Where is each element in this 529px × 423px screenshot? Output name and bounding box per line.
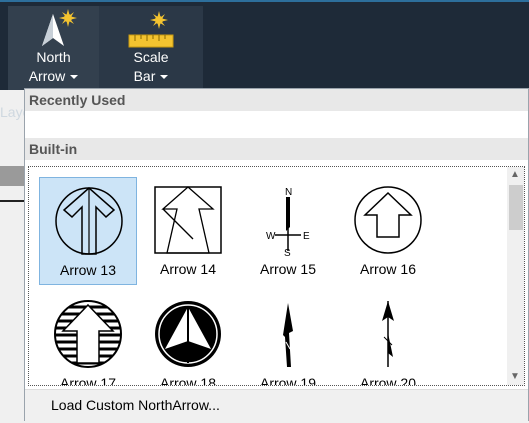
gallery-item-label: Arrow 16: [359, 261, 417, 277]
north-arrow-15-icon: N W E S: [266, 187, 310, 257]
gallery-item-arrow-16[interactable]: Arrow 16: [339, 177, 437, 285]
gallery-scrollbar[interactable]: ▲ ▼: [507, 167, 524, 385]
gallery-item-arrow-15[interactable]: N W E S Arrow 15: [239, 177, 337, 285]
gallery-item-label: Arrow 18: [159, 375, 217, 386]
gallery-item-arrow-13[interactable]: Arrow 13: [39, 177, 137, 285]
north-arrow-icon: [8, 8, 99, 52]
north-arrow-16-icon: [354, 186, 422, 254]
north-arrow-label-line2: Arrow: [28, 68, 66, 84]
scale-bar-label-line2: Bar: [133, 68, 156, 84]
recently-used-header: Recently Used: [25, 89, 528, 111]
north-arrow-label-line1: North: [36, 49, 71, 65]
gallery-item-arrow-14[interactable]: Arrow 14: [139, 177, 237, 285]
gallery-item-label: Arrow 15: [259, 261, 317, 277]
north-arrow-13-icon: [55, 187, 123, 255]
compass-n-label: N: [285, 187, 292, 198]
scale-bar-button[interactable]: Scale Bar: [99, 6, 203, 90]
background-divider: [0, 200, 24, 202]
scale-bar-label-line1: Scale: [133, 49, 169, 65]
builtin-header: Built-in: [25, 138, 528, 160]
chevron-down-icon: [70, 75, 79, 80]
dropdown-footer: Load Custom NorthArrow...: [25, 389, 528, 421]
north-arrow-19-icon: [283, 303, 293, 367]
scroll-up-icon[interactable]: ▲: [510, 169, 520, 180]
compass-e-label: E: [303, 231, 310, 242]
arrow-gallery: Arrow 13 Arrow 14 N W E S Arrow 15 Arrow…: [28, 166, 525, 386]
scrollbar-thumb[interactable]: [509, 185, 523, 230]
compass-s-label: S: [284, 248, 291, 257]
gallery-item-label: Arrow 19: [259, 375, 317, 386]
gallery-item-arrow-17[interactable]: Arrow 17: [39, 291, 137, 386]
north-arrow-18-icon: [155, 301, 221, 367]
north-arrow-14-icon: [154, 186, 222, 254]
north-arrow-20-icon: [382, 301, 394, 367]
chevron-down-icon: [160, 75, 169, 80]
gallery-item-arrow-19[interactable]: Arrow 19: [239, 291, 337, 386]
load-custom-north-arrow[interactable]: Load Custom NorthArrow...: [51, 397, 220, 413]
gallery-item-label: Arrow 20: [359, 375, 417, 386]
ribbon: North Arrow Scale Bar: [0, 0, 529, 90]
north-arrow-17-icon: [54, 300, 122, 368]
scroll-down-icon[interactable]: ▼: [510, 371, 520, 382]
north-arrow-dropdown: Recently Used Built-in Arrow 13 Arrow 14: [24, 88, 529, 421]
gallery-item-arrow-20[interactable]: Arrow 20: [339, 291, 437, 386]
gallery-item-label: Arrow 14: [159, 261, 217, 277]
gallery-item-arrow-18[interactable]: Arrow 18: [139, 291, 237, 386]
gallery-item-label: Arrow 13: [59, 262, 117, 278]
ribbon-top-border: [0, 0, 529, 2]
background-tab-strip: [0, 166, 24, 186]
scale-bar-icon: [99, 8, 203, 52]
north-arrow-button[interactable]: North Arrow: [8, 6, 99, 90]
compass-w-label: W: [266, 231, 276, 242]
gallery-item-label: Arrow 17: [59, 375, 117, 386]
